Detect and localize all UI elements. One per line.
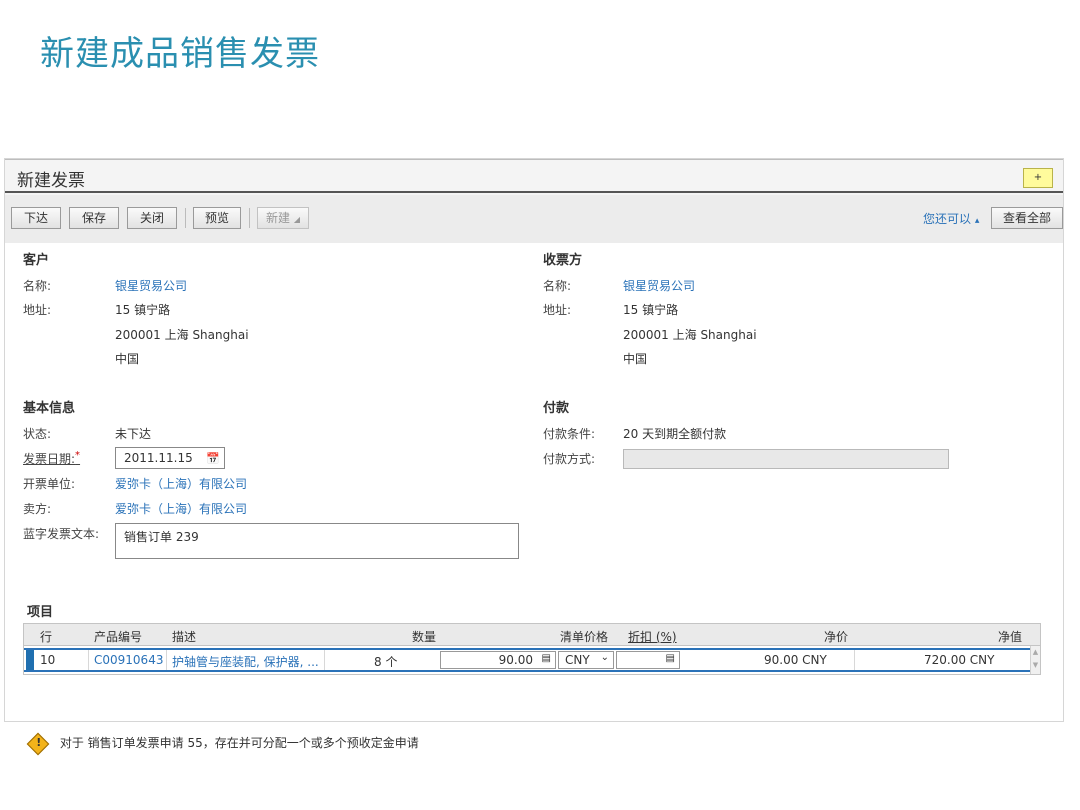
- payment-method-field[interactable]: [623, 449, 949, 469]
- blue-text-label: 蓝字发票文本:: [23, 527, 100, 541]
- you-can-label: 您还可以: [923, 212, 972, 226]
- calculator-icon[interactable]: ▤: [666, 653, 675, 664]
- invoice-date-label-text: 发票日期:: [23, 452, 76, 466]
- column-divider: [88, 650, 89, 670]
- row-line: 10: [40, 653, 56, 667]
- invoice-content: 客户 名称: 银星贸易公司 地址: 15 镇宁路 200001 上海 Shang…: [5, 243, 1063, 721]
- seller-label: 卖方:: [23, 502, 52, 516]
- column-divider: [324, 650, 325, 670]
- payment-method-label: 付款方式:: [543, 452, 596, 466]
- col-header-discount[interactable]: 折扣 (%): [628, 628, 677, 645]
- required-marker: *: [75, 450, 81, 461]
- save-button[interactable]: 保存: [69, 207, 119, 229]
- row-net-value: 720.00 CNY: [924, 653, 995, 667]
- invoice-window: 新建发票 + 下达 保存 关闭 预览 新建 ◢ 您还可以 ▴ 查看全部 客户 名…: [4, 158, 1064, 722]
- bill-to-address-label: 地址:: [543, 303, 572, 317]
- bill-to-name-label: 名称:: [543, 279, 572, 293]
- items-grid: 行 产品编号 描述 数量 清单价格 折扣 (%) 净价 净值 10 C00910…: [23, 623, 1041, 675]
- currency-select[interactable]: CNY ⌄: [558, 651, 614, 669]
- discount-input[interactable]: ▤: [616, 651, 680, 669]
- you-can-menu[interactable]: 您还可以 ▴: [923, 210, 979, 227]
- window-title: 新建发票: [17, 171, 85, 191]
- status-value: 未下达: [115, 427, 152, 441]
- issuer-label: 开票单位:: [23, 477, 76, 491]
- calendar-icon[interactable]: 📅: [206, 449, 220, 469]
- col-header-description[interactable]: 描述: [172, 628, 196, 645]
- customer-name-link[interactable]: 银星贸易公司: [115, 277, 187, 294]
- warning-message: ! 对于 销售订单发票申请 55，存在并可分配一个或多个预收定金申请: [26, 732, 419, 755]
- warning-icon: !: [26, 732, 50, 755]
- row-description-link[interactable]: 护轴管与座装配, 保护器, ...: [172, 653, 319, 670]
- row-quantity: 8 个: [374, 655, 398, 669]
- customer-name-label: 名称:: [23, 279, 52, 293]
- column-divider: [166, 650, 167, 670]
- payment-terms-value: 20 天到期全额付款: [623, 427, 727, 441]
- row-net-price: 90.00 CNY: [764, 653, 827, 667]
- slide-title: 新建成品销售发票: [40, 34, 320, 74]
- chevron-down-icon: ◢: [293, 215, 300, 224]
- invoice-date-value: 2011.11.15: [124, 451, 193, 465]
- release-button[interactable]: 下达: [11, 207, 61, 229]
- col-header-net-value[interactable]: 净值: [998, 628, 1022, 645]
- bill-to-name-link[interactable]: 银星贸易公司: [623, 277, 695, 294]
- window-header: 新建发票 +: [5, 159, 1063, 193]
- row-selector[interactable]: [26, 650, 34, 670]
- close-button[interactable]: 关闭: [127, 207, 177, 229]
- items-title: 项目: [27, 605, 54, 620]
- view-all-button[interactable]: 查看全部: [991, 207, 1063, 229]
- payment-terms-label: 付款条件:: [543, 427, 596, 441]
- grid-vertical-scrollbar[interactable]: ▲ ▼: [1030, 646, 1040, 674]
- items-grid-header: 行 产品编号 描述 数量 清单价格 折扣 (%) 净价 净值: [24, 624, 1040, 646]
- bill-to-address-line2: 200001 上海 Shanghai: [623, 328, 757, 342]
- customer-address-line1: 15 镇宁路: [115, 303, 171, 317]
- warning-message-text: 对于 销售订单发票申请 55，存在并可分配一个或多个预收定金申请: [59, 736, 419, 750]
- customer-address-line2: 200001 上海 Shanghai: [115, 328, 249, 342]
- column-divider: [854, 650, 855, 670]
- invoice-date-label: 发票日期:*: [23, 450, 80, 467]
- basic-info-heading: 基本信息: [23, 401, 76, 416]
- invoice-date-input[interactable]: 2011.11.15 📅: [115, 447, 225, 469]
- col-header-quantity[interactable]: 数量: [412, 628, 436, 645]
- col-header-product-id[interactable]: 产品编号: [94, 628, 142, 645]
- payment-heading: 付款: [543, 401, 570, 416]
- list-price-value: 90.00: [498, 653, 533, 667]
- toolbar-separator: [185, 208, 186, 228]
- seller-link[interactable]: 爱弥卡（上海）有限公司: [115, 500, 247, 517]
- currency-value: CNY: [565, 653, 590, 667]
- new-button[interactable]: 新建 ◢: [257, 207, 309, 229]
- chevron-up-icon: ▴: [974, 216, 980, 226]
- list-price-input[interactable]: 90.00 ▤: [440, 651, 556, 669]
- toolbar-separator: [249, 208, 250, 228]
- col-header-line[interactable]: 行: [40, 628, 52, 645]
- sticky-note-icon[interactable]: +: [1023, 168, 1053, 188]
- bill-to-address-line3: 中国: [623, 352, 648, 366]
- blue-invoice-text-field[interactable]: 销售订单 239: [115, 523, 519, 559]
- customer-address-line3: 中国: [115, 352, 140, 366]
- chevron-down-icon: ⌄: [600, 652, 609, 663]
- bill-to-heading: 收票方: [543, 253, 583, 268]
- customer-heading: 客户: [23, 253, 50, 268]
- issuer-link[interactable]: 爱弥卡（上海）有限公司: [115, 475, 247, 492]
- col-header-net-price[interactable]: 净价: [824, 628, 848, 645]
- customer-address-label: 地址:: [23, 303, 52, 317]
- table-row[interactable]: 10 C00910643 护轴管与座装配, 保护器, ... 8 个 90.00…: [24, 648, 1030, 672]
- col-header-list-price[interactable]: 清单价格: [560, 628, 608, 645]
- new-button-label: 新建: [266, 211, 291, 225]
- bill-to-address-line1: 15 镇宁路: [623, 303, 679, 317]
- preview-button[interactable]: 预览: [193, 207, 241, 229]
- row-product-id-link[interactable]: C00910643: [94, 653, 163, 667]
- status-label: 状态:: [23, 427, 52, 441]
- calculator-icon[interactable]: ▤: [542, 653, 551, 664]
- toolbar: 下达 保存 关闭 预览 新建 ◢ 您还可以 ▴ 查看全部: [5, 195, 1063, 243]
